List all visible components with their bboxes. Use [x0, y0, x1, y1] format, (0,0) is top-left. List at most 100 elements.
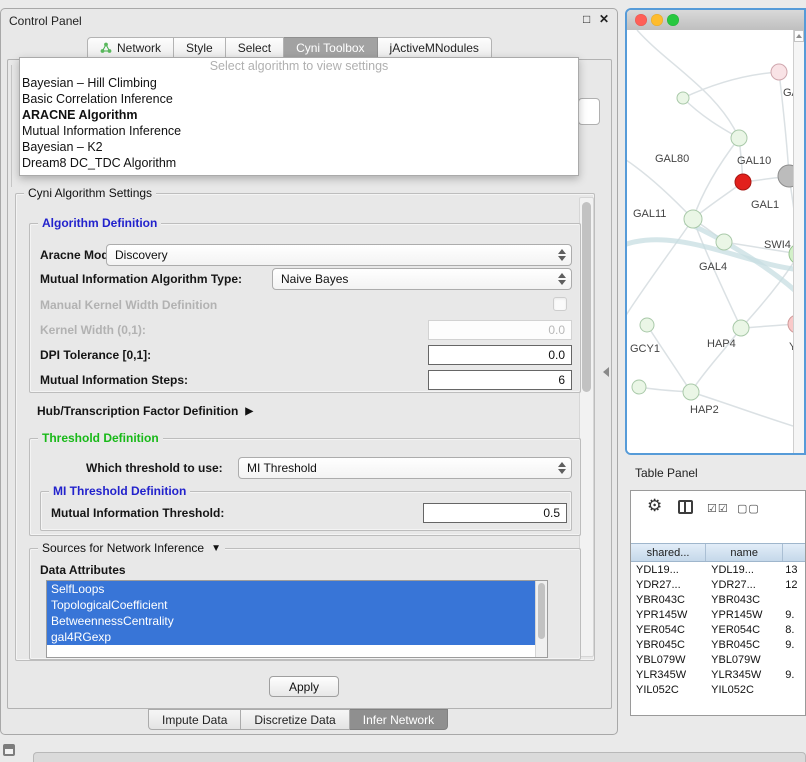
gear-icon[interactable]: ⚙	[647, 496, 662, 516]
column-header[interactable]: name	[706, 544, 783, 561]
tab-style[interactable]: Style	[174, 37, 226, 59]
data-attribute-item[interactable]: TopologicalCoefficient	[47, 597, 536, 613]
panel-divider-arrow[interactable]	[603, 367, 609, 377]
table-row[interactable]: YBL079WYBL079W	[631, 652, 805, 667]
select-all-icon[interactable]: ☑☑	[707, 502, 729, 515]
algorithm-option-list: Bayesian – Hill ClimbingBasic Correlatio…	[20, 75, 578, 171]
table-row[interactable]: YIL052CYIL052C	[631, 682, 805, 697]
node-label: GAL4	[699, 261, 727, 273]
network-node[interactable]	[640, 318, 654, 332]
minimize-window-button[interactable]	[651, 14, 663, 26]
network-node[interactable]	[684, 210, 702, 228]
scroll-up-icon[interactable]	[794, 30, 804, 42]
close-panel-button[interactable]: ✕	[599, 13, 609, 25]
network-view-window: GALGAL80GAL10GAL1GAL11SWI4GAL4GCY1HAP4HA…	[625, 8, 806, 455]
node-label: GAL11	[633, 208, 666, 220]
selected-value: MI Threshold	[247, 461, 317, 475]
tab-infer-network[interactable]: Infer Network	[350, 709, 448, 730]
column-header[interactable]	[783, 544, 805, 561]
tab-impute-data[interactable]: Impute Data	[148, 709, 241, 730]
scrollbar-thumb[interactable]	[538, 583, 545, 639]
network-node[interactable]	[735, 174, 751, 190]
zoom-window-button[interactable]	[667, 14, 679, 26]
mi-threshold-group: MI Threshold Definition Mutual Informati…	[40, 491, 572, 531]
mi-threshold-field[interactable]: 0.5	[423, 503, 567, 523]
network-edge	[637, 30, 739, 138]
table-cell: YLR345W	[706, 669, 783, 681]
tab-network[interactable]: Network	[87, 37, 174, 59]
network-node[interactable]	[632, 380, 646, 394]
table-row[interactable]: YBR043CYBR043C	[631, 592, 805, 607]
hub-factor-section-toggle[interactable]: Hub/Transcription Factor Definition ▶	[37, 404, 253, 418]
mi-algorithm-type-select[interactable]: Naive Bayes	[272, 268, 572, 290]
algorithm-option[interactable]: Dream8 DC_TDC Algorithm	[20, 155, 578, 171]
float-panel-button[interactable]: □	[583, 13, 590, 25]
network-node[interactable]	[731, 130, 747, 146]
hub-factor-label: Hub/Transcription Factor Definition	[37, 404, 238, 418]
scrollbar-thumb[interactable]	[582, 202, 591, 392]
table-row[interactable]: YLR345WYLR345W9.	[631, 667, 805, 682]
manual-kernel-checkbox[interactable]	[553, 297, 567, 311]
table-cell: 8.	[783, 624, 805, 636]
network-node[interactable]	[677, 92, 689, 104]
control-panel-tabs: Network Style Select Cyni Toolbox jActiv…	[87, 37, 492, 59]
deselect-all-icon[interactable]: ▢▢	[737, 502, 760, 515]
table-header-row: shared...name	[631, 543, 805, 562]
algorithm-option[interactable]: Bayesian – K2	[20, 139, 578, 155]
collapse-right-icon: ▶	[245, 406, 253, 417]
table-row[interactable]: YPR145WYPR145W9.	[631, 607, 805, 622]
network-window-titlebar[interactable]	[627, 10, 804, 31]
algorithm-option[interactable]: Bayesian – Hill Climbing	[20, 75, 578, 91]
data-attribute-item[interactable]: BetweennessCentrality	[47, 613, 536, 629]
table-panel-toolbar: ⚙ ☑☑ ▢▢	[631, 491, 805, 525]
aracne-mode-select[interactable]: Discovery	[106, 244, 572, 266]
data-attributes-list[interactable]: SelfLoopsTopologicalCoefficientBetweenne…	[46, 580, 548, 658]
group-title: Threshold Definition	[38, 431, 163, 445]
group-title: MI Threshold Definition	[49, 484, 190, 498]
data-attribute-item[interactable]: SelfLoops	[47, 581, 536, 597]
tab-label: Network	[117, 41, 161, 55]
close-window-button[interactable]	[635, 14, 647, 26]
network-node[interactable]	[771, 64, 787, 80]
network-edge	[647, 325, 691, 392]
group-title: Algorithm Definition	[38, 216, 161, 230]
network-edge	[627, 219, 693, 320]
which-threshold-select[interactable]: MI Threshold	[238, 457, 572, 479]
dpi-tolerance-field[interactable]: 0.0	[428, 345, 572, 365]
sources-section-toggle[interactable]: Sources for Network Inference ▼	[38, 541, 225, 555]
expand-down-icon: ▼	[211, 543, 221, 554]
table-cell: YIL052C	[706, 684, 783, 696]
tab-cyni-toolbox[interactable]: Cyni Toolbox	[284, 37, 377, 59]
network-scrollbar[interactable]	[793, 30, 804, 453]
tab-discretize-data[interactable]: Discretize Data	[241, 709, 349, 730]
settings-scrollbar[interactable]	[579, 197, 594, 657]
network-node[interactable]	[778, 165, 793, 187]
data-attribute-item[interactable]: gal4RGexp	[47, 629, 536, 645]
table-cell: 12	[783, 579, 805, 591]
apply-button[interactable]: Apply	[269, 676, 339, 697]
cyni-bottom-tabs: Impute Data Discretize Data Infer Networ…	[148, 709, 448, 730]
tab-select[interactable]: Select	[226, 37, 284, 59]
algorithm-option[interactable]: ARACNE Algorithm	[20, 107, 578, 123]
node-label: GAL	[783, 87, 793, 99]
collapsed-panel-icon[interactable]	[3, 744, 15, 756]
table-row[interactable]: YBR045CYBR045C9.	[631, 637, 805, 652]
columns-icon[interactable]	[678, 500, 693, 514]
table-row[interactable]: YDL19...YDL19...13	[631, 562, 805, 577]
network-node[interactable]	[683, 384, 699, 400]
network-node[interactable]	[733, 320, 749, 336]
algorithm-placeholder-option[interactable]: Select algorithm to view settings	[20, 58, 578, 75]
algorithm-option[interactable]: Basic Correlation Inference	[20, 91, 578, 107]
sources-title: Sources for Network Inference	[42, 541, 204, 555]
table-cell: 9.	[783, 639, 805, 651]
collapsed-bottom-panel[interactable]	[33, 752, 806, 762]
network-node[interactable]	[716, 234, 732, 250]
table-row[interactable]: YER054CYER054C8.	[631, 622, 805, 637]
table-row[interactable]: YDR27...YDR27...12	[631, 577, 805, 592]
algorithm-option[interactable]: Mutual Information Inference	[20, 123, 578, 139]
network-canvas[interactable]: GALGAL80GAL10GAL1GAL11SWI4GAL4GCY1HAP4HA…	[627, 30, 793, 453]
attributes-list-scrollbar[interactable]	[535, 581, 547, 657]
mi-steps-field[interactable]: 6	[428, 370, 572, 390]
tab-jactivemnodules[interactable]: jActiveMNodules	[378, 37, 492, 59]
column-header[interactable]: shared...	[631, 544, 706, 561]
